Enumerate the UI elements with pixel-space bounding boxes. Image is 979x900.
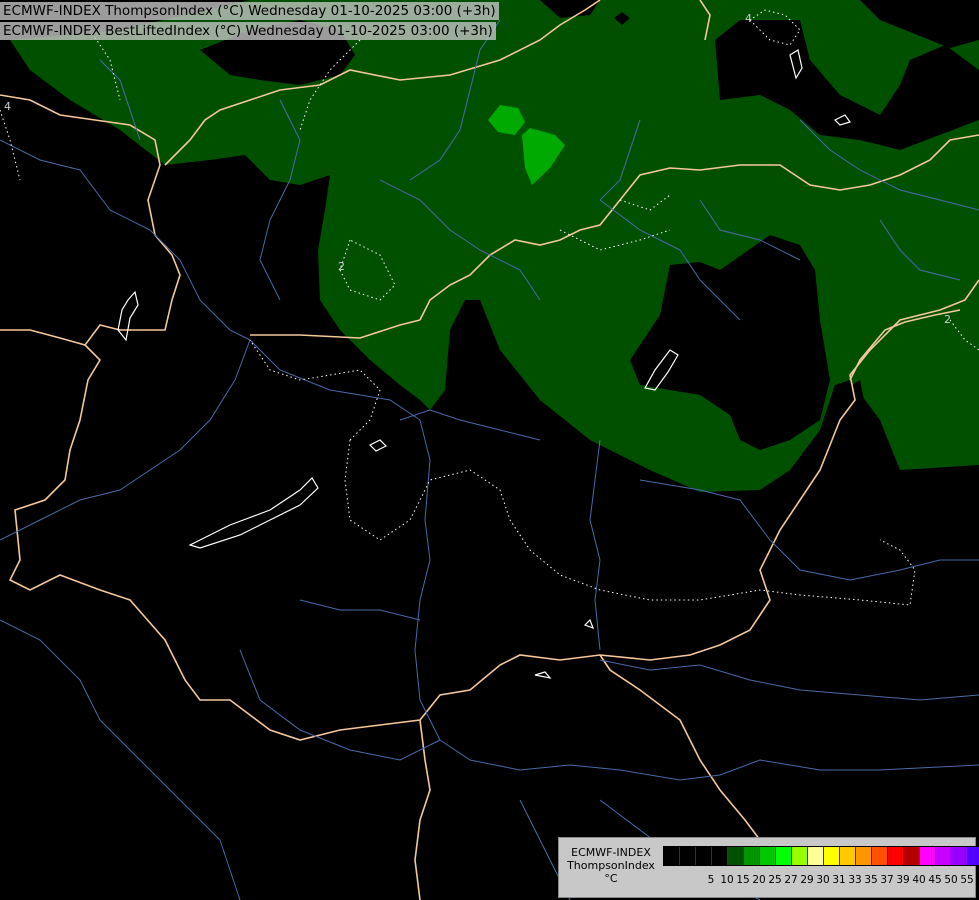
- legend-tick: 30: [816, 874, 830, 886]
- legend-swatch: [696, 847, 712, 865]
- legend-tick: 10: [720, 874, 734, 886]
- legend-title-model: ECMWF-INDEX: [571, 846, 651, 859]
- legend-swatch: [904, 847, 920, 865]
- legend-tick: 40: [912, 874, 926, 886]
- contour-label: 2: [338, 260, 345, 273]
- legend-title-unit: °C: [604, 872, 618, 885]
- legend-swatch: [728, 847, 744, 865]
- legend-tick: 50: [944, 874, 958, 886]
- legend-swatch: [712, 847, 728, 865]
- legend-swatch: [776, 847, 792, 865]
- legend-tick: 5: [707, 874, 715, 886]
- legend-color-bar: [663, 846, 979, 866]
- legend-tick-labels: 51015202527293031333537394045505560: [663, 874, 979, 888]
- legend-tick: 39: [896, 874, 910, 886]
- legend-swatch: [952, 847, 968, 865]
- legend-tick: 31: [832, 874, 846, 886]
- legend-tick: 29: [800, 874, 814, 886]
- weather-map: 4 2 4 2: [0, 0, 979, 900]
- legend-tick: 37: [880, 874, 894, 886]
- legend-swatch: [808, 847, 824, 865]
- legend-title-index: ThompsonIndex: [567, 859, 655, 872]
- legend-tick: 15: [736, 874, 750, 886]
- legend-swatch: [888, 847, 904, 865]
- legend-swatch: [872, 847, 888, 865]
- legend-swatch: [744, 847, 760, 865]
- color-legend: ECMWF-INDEX ThompsonIndex °C 5 10 15 20 25 27…: [558, 837, 979, 898]
- contour-label: 4: [4, 100, 11, 113]
- legend-tick: 20: [752, 874, 766, 886]
- legend-swatch: [968, 847, 979, 865]
- legend-tick: 35: [864, 874, 878, 886]
- contour-label: 4: [745, 12, 752, 25]
- contour-label: 2: [944, 313, 951, 326]
- legend-swatch: [824, 847, 840, 865]
- legend-swatch: [680, 847, 696, 865]
- legend-swatch: [936, 847, 952, 865]
- legend-tick: 25: [768, 874, 782, 886]
- legend-tick: 33: [848, 874, 862, 886]
- legend-swatch: [792, 847, 808, 865]
- legend-swatch: [760, 847, 776, 865]
- header-thompson-index: ECMWF-INDEX ThompsonIndex (°C) Wednesday…: [0, 2, 499, 20]
- legend-swatch: [920, 847, 936, 865]
- legend-title: ECMWF-INDEX ThompsonIndex °C: [563, 846, 659, 885]
- legend-tick: 27: [784, 874, 798, 886]
- legend-swatch: [856, 847, 872, 865]
- legend-swatch: [664, 847, 680, 865]
- legend-tick: 55: [960, 874, 974, 886]
- legend-swatch: [840, 847, 856, 865]
- header-best-lifted-index: ECMWF-INDEX BestLiftedIndex (°C) Wednesd…: [0, 22, 496, 40]
- legend-tick: 45: [928, 874, 942, 886]
